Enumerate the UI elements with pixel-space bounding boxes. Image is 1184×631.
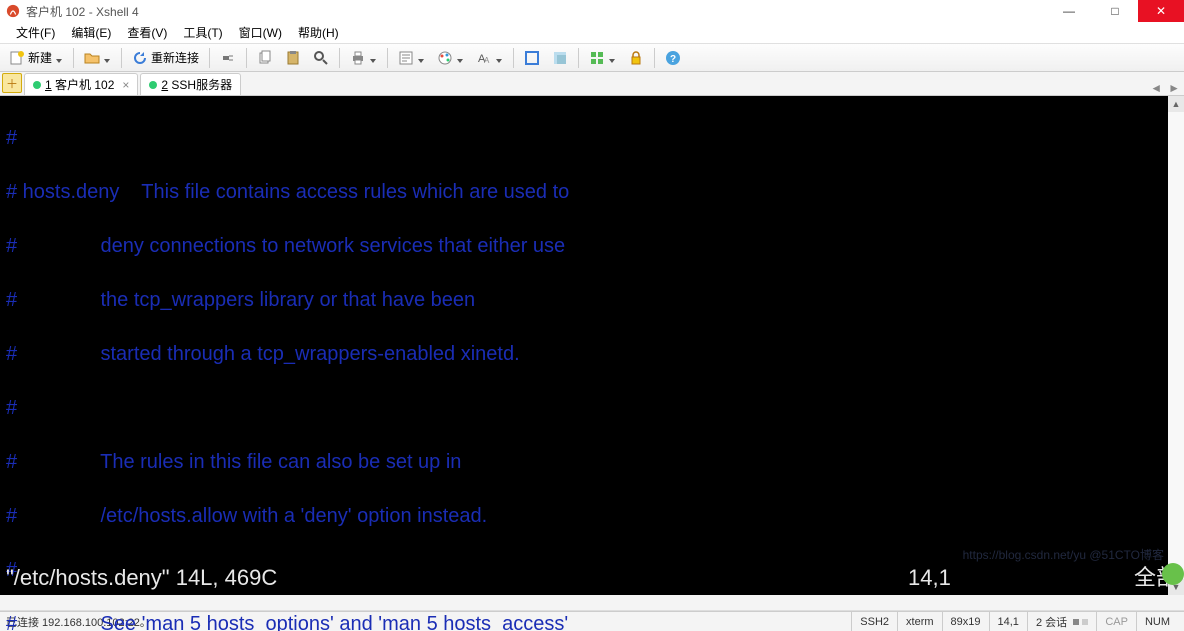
- term-line: # the tcp_wrappers library or that have …: [6, 287, 1178, 314]
- print-button[interactable]: [345, 47, 382, 69]
- term-line: # See 'man 5 hosts_options' and 'man 5 h…: [6, 611, 1178, 631]
- status-dot-icon: [149, 81, 157, 89]
- new-label: 新建: [28, 49, 52, 66]
- scrollbar[interactable]: ▲ ▼: [1168, 96, 1184, 595]
- window-controls: — □ ✕: [1046, 0, 1184, 22]
- tab-client-102[interactable]: 1 客户机 102 ×: [24, 73, 138, 95]
- separator: [209, 48, 210, 68]
- tile-icon: [589, 50, 605, 66]
- color-button[interactable]: [432, 47, 469, 69]
- scroll-track[interactable]: [1168, 112, 1184, 579]
- toolbar: 新建 重新连接 AA ?: [0, 44, 1184, 72]
- vim-file-info: "/etc/hosts.deny" 14L, 469C: [6, 564, 908, 591]
- terminal[interactable]: # # hosts.deny This file contains access…: [0, 96, 1184, 595]
- copy-icon: [257, 50, 273, 66]
- svg-text:?: ?: [670, 54, 676, 65]
- tab-label: 2 SSH服务器: [161, 76, 232, 93]
- menu-window[interactable]: 窗口(W): [233, 22, 288, 43]
- reconnect-label: 重新连接: [151, 49, 199, 66]
- menu-edit[interactable]: 编辑(E): [65, 22, 117, 43]
- term-line: # /etc/hosts.allow with a 'deny' option …: [6, 503, 1178, 530]
- separator: [73, 48, 74, 68]
- folder-icon: [84, 50, 100, 66]
- term-line: # started through a tcp_wrappers-enabled…: [6, 341, 1178, 368]
- open-button[interactable]: [79, 47, 116, 69]
- separator: [578, 48, 579, 68]
- chevron-down-icon: [55, 54, 63, 62]
- properties-button[interactable]: [393, 47, 430, 69]
- paste-icon: [285, 50, 301, 66]
- fullscreen-button[interactable]: [519, 47, 545, 69]
- copy-button[interactable]: [252, 47, 278, 69]
- menu-view[interactable]: 查看(V): [121, 22, 173, 43]
- reconnect-button[interactable]: 重新连接: [127, 46, 204, 69]
- menu-file[interactable]: 文件(F): [10, 22, 61, 43]
- font-button[interactable]: AA: [471, 47, 508, 69]
- tab-prev-icon[interactable]: ◄: [1150, 81, 1162, 95]
- transparency-icon: [552, 50, 568, 66]
- menubar: 文件(F) 编辑(E) 查看(V) 工具(T) 窗口(W) 帮助(H): [0, 22, 1184, 44]
- tile-button[interactable]: [584, 47, 621, 69]
- term-line: # hosts.deny This file contains access r…: [6, 179, 1178, 206]
- titlebar: 客户机 102 - Xshell 4 — □ ✕: [0, 0, 1184, 22]
- tab-close-icon[interactable]: ×: [122, 78, 129, 92]
- new-icon: [9, 50, 25, 66]
- reconnect-icon: [132, 50, 148, 66]
- window-title: 客户机 102 - Xshell 4: [26, 3, 1046, 20]
- paste-button[interactable]: [280, 47, 306, 69]
- status-dot-icon: [33, 81, 41, 89]
- svg-text:A: A: [484, 56, 490, 65]
- tabbar: ＋ 1 客户机 102 × 2 SSH服务器 ◄ ►: [0, 72, 1184, 96]
- menu-help[interactable]: 帮助(H): [292, 22, 345, 43]
- menu-tools[interactable]: 工具(T): [177, 22, 228, 43]
- separator: [246, 48, 247, 68]
- minimize-button[interactable]: —: [1046, 0, 1092, 22]
- chevron-down-icon: [495, 54, 503, 62]
- close-button[interactable]: ✕: [1138, 0, 1184, 22]
- search-icon: [313, 50, 329, 66]
- term-line: # deny connections to network services t…: [6, 233, 1178, 260]
- add-tab-button[interactable]: ＋: [2, 73, 22, 93]
- find-button[interactable]: [308, 47, 334, 69]
- help-button[interactable]: ?: [660, 47, 686, 69]
- lock-button[interactable]: [623, 47, 649, 69]
- chevron-down-icon: [103, 54, 111, 62]
- separator: [387, 48, 388, 68]
- plug-icon: [220, 50, 236, 66]
- help-icon: ?: [665, 50, 681, 66]
- chevron-down-icon: [608, 54, 616, 62]
- disconnect-button[interactable]: [215, 47, 241, 69]
- watermark: https://blog.csdn.net/yu @51CTO博客: [963, 542, 1164, 569]
- term-line: # The rules in this file can also be set…: [6, 449, 1178, 476]
- corner-badge-icon: [1162, 563, 1184, 585]
- separator: [654, 48, 655, 68]
- chevron-down-icon: [369, 54, 377, 62]
- transparency-button[interactable]: [547, 47, 573, 69]
- separator: [339, 48, 340, 68]
- term-line: #: [6, 125, 1178, 152]
- chevron-down-icon: [456, 54, 464, 62]
- print-icon: [350, 50, 366, 66]
- palette-icon: [437, 50, 453, 66]
- properties-icon: [398, 50, 414, 66]
- font-icon: AA: [476, 50, 492, 66]
- lock-icon: [628, 50, 644, 66]
- app-icon: [6, 4, 20, 18]
- new-button[interactable]: 新建: [4, 46, 68, 69]
- term-line: #: [6, 395, 1178, 422]
- tab-ssh-server[interactable]: 2 SSH服务器: [140, 73, 241, 95]
- fullscreen-icon: [524, 50, 540, 66]
- maximize-button[interactable]: □: [1092, 0, 1138, 22]
- chevron-down-icon: [417, 54, 425, 62]
- separator: [513, 48, 514, 68]
- separator: [121, 48, 122, 68]
- tab-label: 1 客户机 102: [45, 76, 114, 93]
- scroll-up-icon[interactable]: ▲: [1168, 96, 1184, 112]
